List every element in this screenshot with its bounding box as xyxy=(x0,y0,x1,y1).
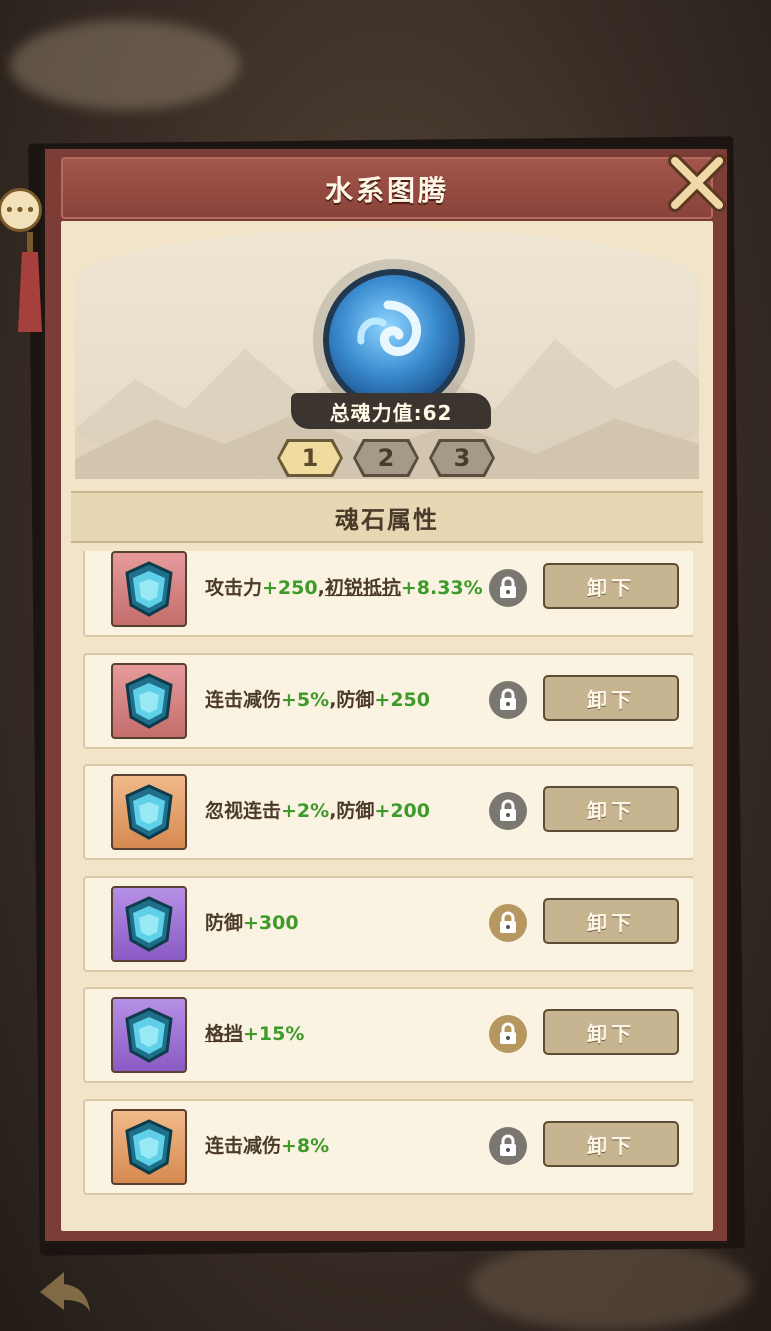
list-item: 攻击力+250,初锐抵抗+8.33% 卸下 xyxy=(83,551,693,637)
stat-text-part: ,防御 xyxy=(329,800,375,822)
list-item: 忽视连击+2%,防御+200 卸下 xyxy=(83,764,693,860)
stat-text: 格挡+15% xyxy=(205,1019,304,1046)
stat-text-part: , xyxy=(317,577,325,599)
stat-text-part[interactable]: 初锐抵抗 xyxy=(325,577,401,599)
soul-stone-icon[interactable] xyxy=(111,774,187,850)
lock-icon[interactable] xyxy=(489,904,527,942)
soul-stone-icon[interactable] xyxy=(111,663,187,739)
stat-text-part: 连击减伤 xyxy=(205,689,282,711)
stat-text-part[interactable]: 格挡 xyxy=(205,1023,243,1045)
stat-text-part: +8% xyxy=(281,1135,330,1157)
lock-icon[interactable] xyxy=(489,792,527,830)
chat-icon[interactable]: ••• xyxy=(0,188,42,232)
tab-3[interactable]: 3 xyxy=(429,439,495,477)
list-item: 连击减伤+5%,防御+250 卸下 xyxy=(83,653,693,749)
lock-icon[interactable] xyxy=(489,1127,527,1165)
close-button[interactable] xyxy=(665,151,729,215)
soul-stone-icon[interactable] xyxy=(111,551,187,627)
stat-text-part: 忽视连击 xyxy=(205,800,282,822)
water-totem-icon xyxy=(323,269,465,411)
stat-text: 忽视连击+2%,防御+200 xyxy=(205,796,430,823)
background-blur xyxy=(10,20,240,110)
stat-text: 连击减伤+8% xyxy=(205,1131,329,1158)
unload-button[interactable]: 卸下 xyxy=(543,1121,679,1167)
lock-icon[interactable] xyxy=(489,569,527,607)
stat-text-part: +2% xyxy=(281,800,330,822)
back-arrow-icon[interactable] xyxy=(34,1266,94,1316)
stat-text-part: 防御 xyxy=(205,912,244,934)
list-item: 格挡+15% 卸下 xyxy=(83,987,693,1083)
stat-text-part: +250 xyxy=(374,689,431,711)
lock-icon[interactable] xyxy=(489,681,527,719)
totem-panel: 水系图腾 总魂力值:62 1 2 3 魂石属性 攻击力+250,初锐抵抗+8.3… xyxy=(42,146,730,1244)
tassel-decoration xyxy=(18,232,42,332)
soul-stone-icon[interactable] xyxy=(111,1109,187,1185)
stat-text-part: +300 xyxy=(243,912,299,934)
stat-text-part: 攻击力 xyxy=(205,577,263,599)
stat-text-part: +5% xyxy=(281,689,330,711)
unload-button[interactable]: 卸下 xyxy=(543,898,679,944)
total-power-banner: 总魂力值:62 xyxy=(291,393,491,429)
stat-text-part: +250 xyxy=(262,577,318,599)
unload-button[interactable]: 卸下 xyxy=(543,786,679,832)
stat-text: 防御+300 xyxy=(205,908,299,935)
soul-stone-list[interactable]: 攻击力+250,初锐抵抗+8.33% 卸下 连击减伤+5%,防御+250 卸下 忽视连击… xyxy=(83,551,693,1221)
stat-text-part: +200 xyxy=(374,800,431,822)
soul-stone-icon[interactable] xyxy=(111,886,187,962)
panel-body: 总魂力值:62 1 2 3 魂石属性 攻击力+250,初锐抵抗+8.33% 卸下连… xyxy=(61,221,713,1231)
stat-text: 攻击力+250,初锐抵抗+8.33% xyxy=(205,573,483,600)
list-item: 防御+300 卸下 xyxy=(83,876,693,972)
background-blur xyxy=(470,1240,750,1330)
stat-text-part: ,防御 xyxy=(329,689,375,711)
unload-button[interactable]: 卸下 xyxy=(543,675,679,721)
tab-2[interactable]: 2 xyxy=(353,439,419,477)
soul-stone-icon[interactable] xyxy=(111,997,187,1073)
lock-icon[interactable] xyxy=(489,1015,527,1053)
unload-button[interactable]: 卸下 xyxy=(543,563,679,609)
close-x-icon xyxy=(668,154,726,212)
tab-1[interactable]: 1 xyxy=(277,439,343,477)
unload-button[interactable]: 卸下 xyxy=(543,1009,679,1055)
list-item: 连击减伤+8% 卸下 xyxy=(83,1099,693,1195)
section-title: 魂石属性 xyxy=(71,491,703,543)
stat-text-part: +8.33% xyxy=(400,577,483,599)
stat-text-part: +15% xyxy=(243,1023,305,1045)
stat-text-part: 连击减伤 xyxy=(205,1135,282,1157)
page-tabs: 1 2 3 xyxy=(277,439,495,477)
panel-title: 水系图腾 xyxy=(324,174,449,207)
panel-header: 水系图腾 xyxy=(61,154,726,219)
stat-text: 连击减伤+5%,防御+250 xyxy=(205,685,430,712)
